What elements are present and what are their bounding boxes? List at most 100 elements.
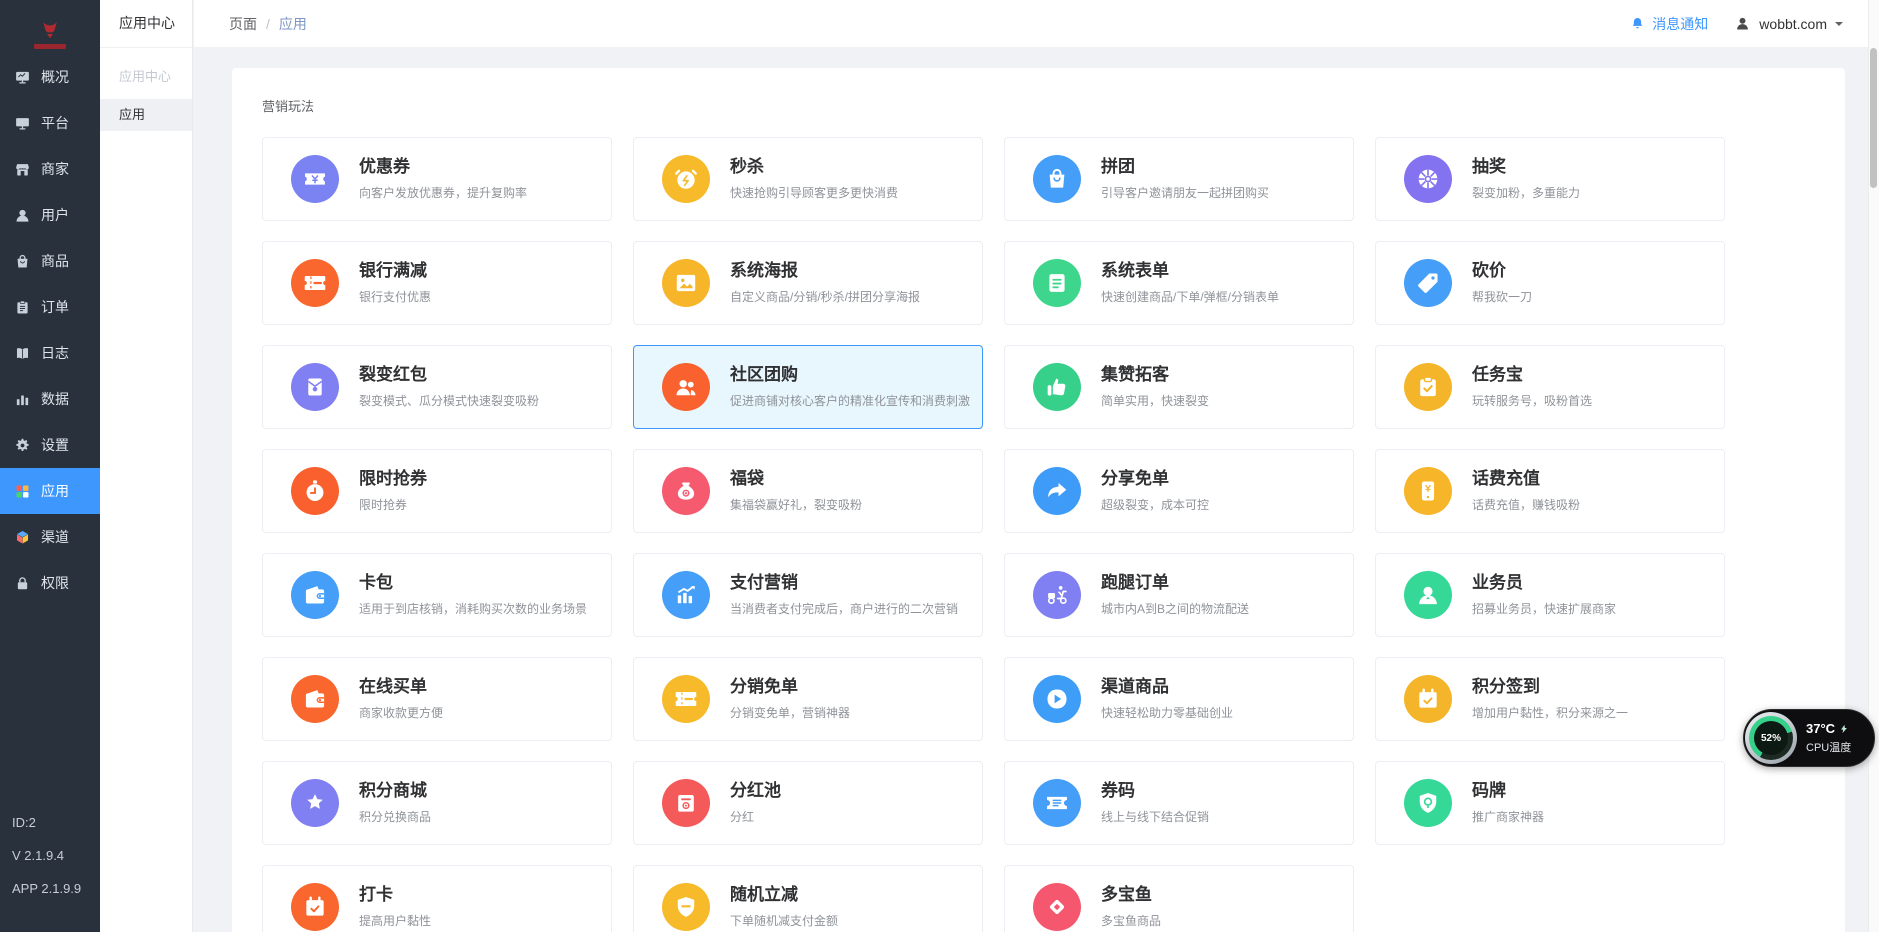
app-card-share-free[interactable]: 分享免单超级裂变，成本可控 xyxy=(1004,449,1354,533)
app-card-title: 打卡 xyxy=(359,886,431,903)
cpu-info: 37°C CPU温度 xyxy=(1806,721,1851,755)
app-card-text: 限时抢券限时抢券 xyxy=(359,470,427,513)
app-card-salesman[interactable]: 业务员招募业务员，快速扩展商家 xyxy=(1375,553,1725,637)
app-card-title: 分红池 xyxy=(730,782,781,799)
app-card-errand-order[interactable]: 跑腿订单城市内A到B之间的物流配送 xyxy=(1004,553,1354,637)
app-card-time-limited-coupon[interactable]: 限时抢券限时抢券 xyxy=(262,449,612,533)
submenu-item-app-center[interactable]: 应用中心 xyxy=(100,61,192,93)
app-card-payment-marketing[interactable]: 支付营销当消费者支付完成后，商户进行的二次营销 xyxy=(633,553,983,637)
app-card-desc: 积分兑换商品 xyxy=(359,808,431,825)
submenu-item-app[interactable]: 应用 xyxy=(100,99,192,131)
apps-icon xyxy=(14,483,31,500)
notification-label: 消息通知 xyxy=(1652,14,1708,34)
app-card-code-plate[interactable]: 码牌推广商家神器 xyxy=(1375,761,1725,845)
sidebar-item-user[interactable]: 用户 xyxy=(0,192,100,238)
sidebar-item-permission[interactable]: 权限 xyxy=(0,560,100,606)
flash-icon xyxy=(1839,724,1849,734)
section-title: 营销玩法 xyxy=(262,96,1815,115)
app-card-system-poster[interactable]: 系统海报自定义商品/分销/秒杀/拼团分享海报 xyxy=(633,241,983,325)
app-card-bargain[interactable]: 砍价帮我砍一刀 xyxy=(1375,241,1725,325)
account-menu[interactable]: wobbt.com xyxy=(1734,15,1843,32)
app-card-desc: 快速抢购引导顾客更多更快消费 xyxy=(730,184,898,201)
app-card-group-buy[interactable]: 拼团引导客户邀请朋友一起拼团购买 xyxy=(1004,137,1354,221)
app-card-like-collect[interactable]: 集赞拓客简单实用，快速裂变 xyxy=(1004,345,1354,429)
app-card-text: 拼团引导客户邀请朋友一起拼团购买 xyxy=(1101,158,1269,201)
sidebar-item-overview[interactable]: 概况 xyxy=(0,54,100,100)
app-card-desc: 分销变免单，营销神器 xyxy=(730,704,850,721)
app-card-online-pay[interactable]: 在线买单商家收款更方便 xyxy=(262,657,612,741)
scooter-icon xyxy=(1033,571,1081,619)
stopwatch-icon xyxy=(291,467,339,515)
app-card-random-discount[interactable]: 随机立减下单随机减支付金额 xyxy=(633,865,983,932)
app-card-points-mall[interactable]: 积分商城积分兑换商品 xyxy=(262,761,612,845)
sidebar-item-apps[interactable]: 应用 xyxy=(0,468,100,514)
app-card-desc: 玩转服务号，吸粉首选 xyxy=(1472,392,1592,409)
sidebar-item-merchant[interactable]: 商家 xyxy=(0,146,100,192)
app-card-channel-goods[interactable]: 渠道商品快速轻松助力零基础创业 xyxy=(1004,657,1354,741)
breadcrumb-current: 应用 xyxy=(279,14,307,34)
cpu-monitor-widget: 52% 37°C CPU温度 xyxy=(1743,709,1875,767)
app-card-title: 分享免单 xyxy=(1101,470,1209,487)
app-card-distribution-free[interactable]: 分销免单分销变免单，营销神器 xyxy=(633,657,983,741)
app-card-text: 多宝鱼多宝鱼商品 xyxy=(1101,886,1161,929)
app-card-text: 跑腿订单城市内A到B之间的物流配送 xyxy=(1101,574,1249,617)
submenu-panel: 应用中心 应用中心应用 xyxy=(100,0,193,932)
app-card-lottery[interactable]: 抽奖裂变加粉，多重能力 xyxy=(1375,137,1725,221)
app-card-title: 社区团购 xyxy=(730,366,970,383)
sidebar-item-settings[interactable]: 设置 xyxy=(0,422,100,468)
app-card-desc: 多宝鱼商品 xyxy=(1101,912,1161,929)
app-card-bank-discount[interactable]: 银行满减银行支付优惠 xyxy=(262,241,612,325)
sidebar: 概况平台商家用户商品订单日志数据设置应用渠道权限 ID:2 V 2.1.9.4 … xyxy=(0,0,100,932)
sidebar-item-channel[interactable]: 渠道 xyxy=(0,514,100,560)
app-card-coupon-code[interactable]: 券码线上与线下结合促销 xyxy=(1004,761,1354,845)
apps-panel: 营销玩法 优惠券向客户发放优惠券，提升复购率秒杀快速抢购引导顾客更多更快消费 拼团… xyxy=(232,68,1845,932)
app-card-card-pack[interactable]: 卡包适用于到店核销，消耗购买次数的业务场景 xyxy=(262,553,612,637)
app-card-desc: 引导客户邀请朋友一起拼团购买 xyxy=(1101,184,1269,201)
app-card-title: 支付营销 xyxy=(730,574,958,591)
sidebar-item-label: 用户 xyxy=(41,205,69,225)
sidebar-item-goods[interactable]: 商品 xyxy=(0,238,100,284)
app-card-text: 社区团购促进商铺对核心客户的精准化宣传和消费刺激 xyxy=(730,366,970,409)
cpu-temp-value: 37°C xyxy=(1806,721,1835,736)
app-card-phone-recharge[interactable]: 话费充值话费充值，赚钱吸粉 xyxy=(1375,449,1725,533)
gauge-ring: 52% xyxy=(1749,716,1793,760)
app-card-punch-card[interactable]: 打卡提高用户黏性 xyxy=(262,865,612,932)
page-scrollbar[interactable] xyxy=(1868,0,1879,932)
sidebar-item-logs[interactable]: 日志 xyxy=(0,330,100,376)
app-card-text: 券码线上与线下结合促销 xyxy=(1101,782,1209,825)
chevron-down-icon xyxy=(1835,22,1843,30)
bag-icon xyxy=(1033,155,1081,203)
platform-icon xyxy=(14,115,31,132)
poster-icon xyxy=(662,259,710,307)
app-card-points-checkin[interactable]: 积分签到增加用户黏性，积分来源之一 xyxy=(1375,657,1725,741)
app-card-system-form[interactable]: 系统表单快速创建商品/下单/弹框/分销表单 xyxy=(1004,241,1354,325)
app-card-fission-redpacket[interactable]: 裂变红包裂变模式、瓜分模式快速裂变吸粉 xyxy=(262,345,612,429)
sidebar-item-platform[interactable]: 平台 xyxy=(0,100,100,146)
app-card-title: 砍价 xyxy=(1472,262,1532,279)
app-card-seckill[interactable]: 秒杀快速抢购引导顾客更多更快消费 xyxy=(633,137,983,221)
app-card-turbot[interactable]: 多宝鱼多宝鱼商品 xyxy=(1004,865,1354,932)
brand-logo[interactable] xyxy=(0,0,100,60)
order-icon xyxy=(14,299,31,316)
sidebar-item-label: 商品 xyxy=(41,251,69,271)
app-card-dividend-pool[interactable]: 分红池分红 xyxy=(633,761,983,845)
breadcrumb-page[interactable]: 页面 xyxy=(229,14,257,34)
notification-button[interactable]: 消息通知 xyxy=(1630,14,1708,34)
scrollbar-thumb[interactable] xyxy=(1870,48,1877,188)
log-icon xyxy=(14,345,31,362)
depositbox-icon xyxy=(662,779,710,827)
app-card-title: 裂变红包 xyxy=(359,366,539,383)
app-card-title: 分销免单 xyxy=(730,678,850,695)
app-version: APP 2.1.9.9 xyxy=(12,872,81,905)
app-card-lucky-bag[interactable]: 福袋集福袋赢好礼，裂变吸粉 xyxy=(633,449,983,533)
topbar: 页面 / 应用 消息通知 wobbt.com xyxy=(194,0,1869,48)
people-icon xyxy=(662,363,710,411)
app-card-task-treasure[interactable]: 任务宝玩转服务号，吸粉首选 xyxy=(1375,345,1725,429)
sidebar-menu: 概况平台商家用户商品订单日志数据设置应用渠道权限 xyxy=(0,54,100,606)
app-card-text: 码牌推广商家神器 xyxy=(1472,782,1544,825)
sidebar-item-orders[interactable]: 订单 xyxy=(0,284,100,330)
app-card-coupon[interactable]: 优惠券向客户发放优惠券，提升复购率 xyxy=(262,137,612,221)
app-card-title: 集赞拓客 xyxy=(1101,366,1209,383)
sidebar-item-data[interactable]: 数据 xyxy=(0,376,100,422)
app-card-community-group-buy[interactable]: 社区团购促进商铺对核心客户的精准化宣传和消费刺激 xyxy=(633,345,983,429)
